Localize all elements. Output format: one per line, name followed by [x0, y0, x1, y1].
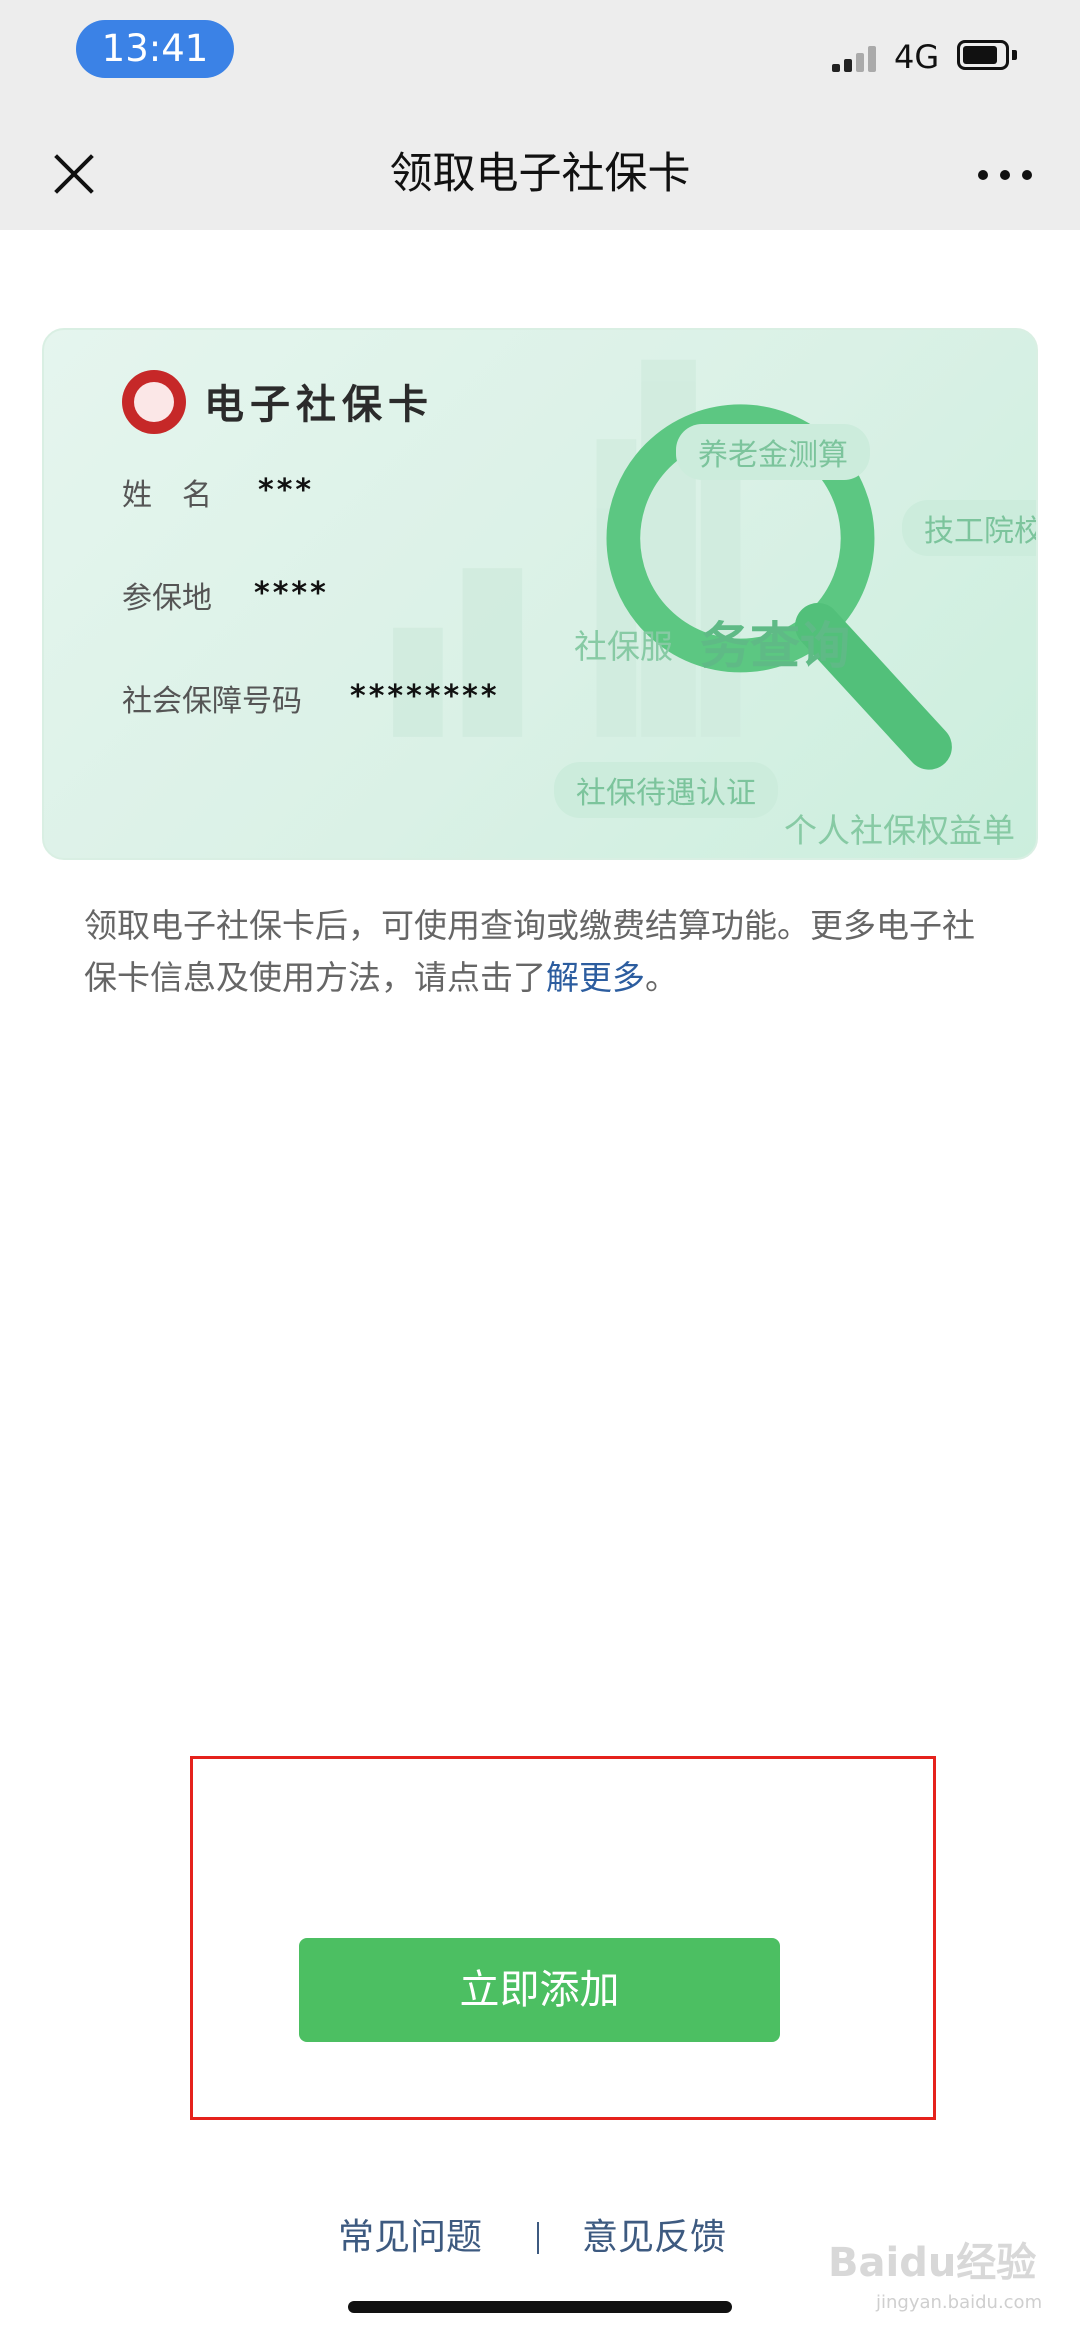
insured-place-value: **** — [254, 576, 329, 611]
status-bar: 13:41 4G — [0, 0, 1080, 118]
tag-pension: 养老金测算 — [676, 424, 870, 480]
battery-icon — [957, 40, 1017, 70]
tag-technical: 技工院校 — [902, 500, 1036, 556]
watermark-url: jingyan.baidu.com — [876, 2292, 1043, 2313]
close-icon[interactable] — [46, 146, 102, 202]
card-title: 电子社保卡 — [204, 381, 434, 428]
network-type: 4G — [894, 38, 940, 76]
footer-divider — [537, 2222, 539, 2254]
home-indicator[interactable] — [348, 2301, 732, 2313]
description-text: 领取电子社保卡后，可使用查询或缴费结算功能。更多电子社保卡信息及使用方法，请点击… — [84, 900, 1004, 1004]
tag-service-main: 务查询 — [700, 617, 850, 675]
signal-icon — [832, 46, 882, 72]
social-security-logo — [122, 370, 186, 434]
feedback-link[interactable]: 意见反馈 — [582, 2208, 726, 2268]
insured-place-label: 参保地 — [122, 581, 212, 616]
description-end: 。 — [645, 958, 678, 997]
learn-more-link[interactable]: 解更多 — [546, 958, 645, 997]
tag-benefit-cert: 社保待遇认证 — [554, 762, 778, 818]
status-time: 13:41 — [76, 20, 234, 78]
add-now-button[interactable]: 立即添加 — [299, 1938, 780, 2042]
faq-link[interactable]: 常见问题 — [338, 2208, 482, 2268]
description-body: 领取电子社保卡后，可使用查询或缴费结算功能。更多电子社保卡信息及使用方法，请点击… — [84, 906, 975, 997]
name-value: *** — [258, 473, 315, 508]
tag-rights: 个人社保权益单 — [784, 811, 1015, 850]
nav-bar: 领取电子社保卡 — [0, 118, 1080, 230]
name-label: 姓 名 — [122, 478, 212, 513]
page-title: 领取电子社保卡 — [389, 149, 691, 199]
watermark-logo: Baidu经验 — [828, 2240, 1037, 2286]
social-security-card: 电子社保卡 姓 名 *** 参保地 **** 社会保障号码 ******** 养… — [42, 328, 1038, 860]
ssn-value: ******** — [350, 679, 500, 714]
ssn-label: 社会保障号码 — [122, 684, 302, 719]
tag-service-prefix: 社保服 — [574, 627, 673, 666]
more-icon[interactable] — [978, 170, 1034, 182]
